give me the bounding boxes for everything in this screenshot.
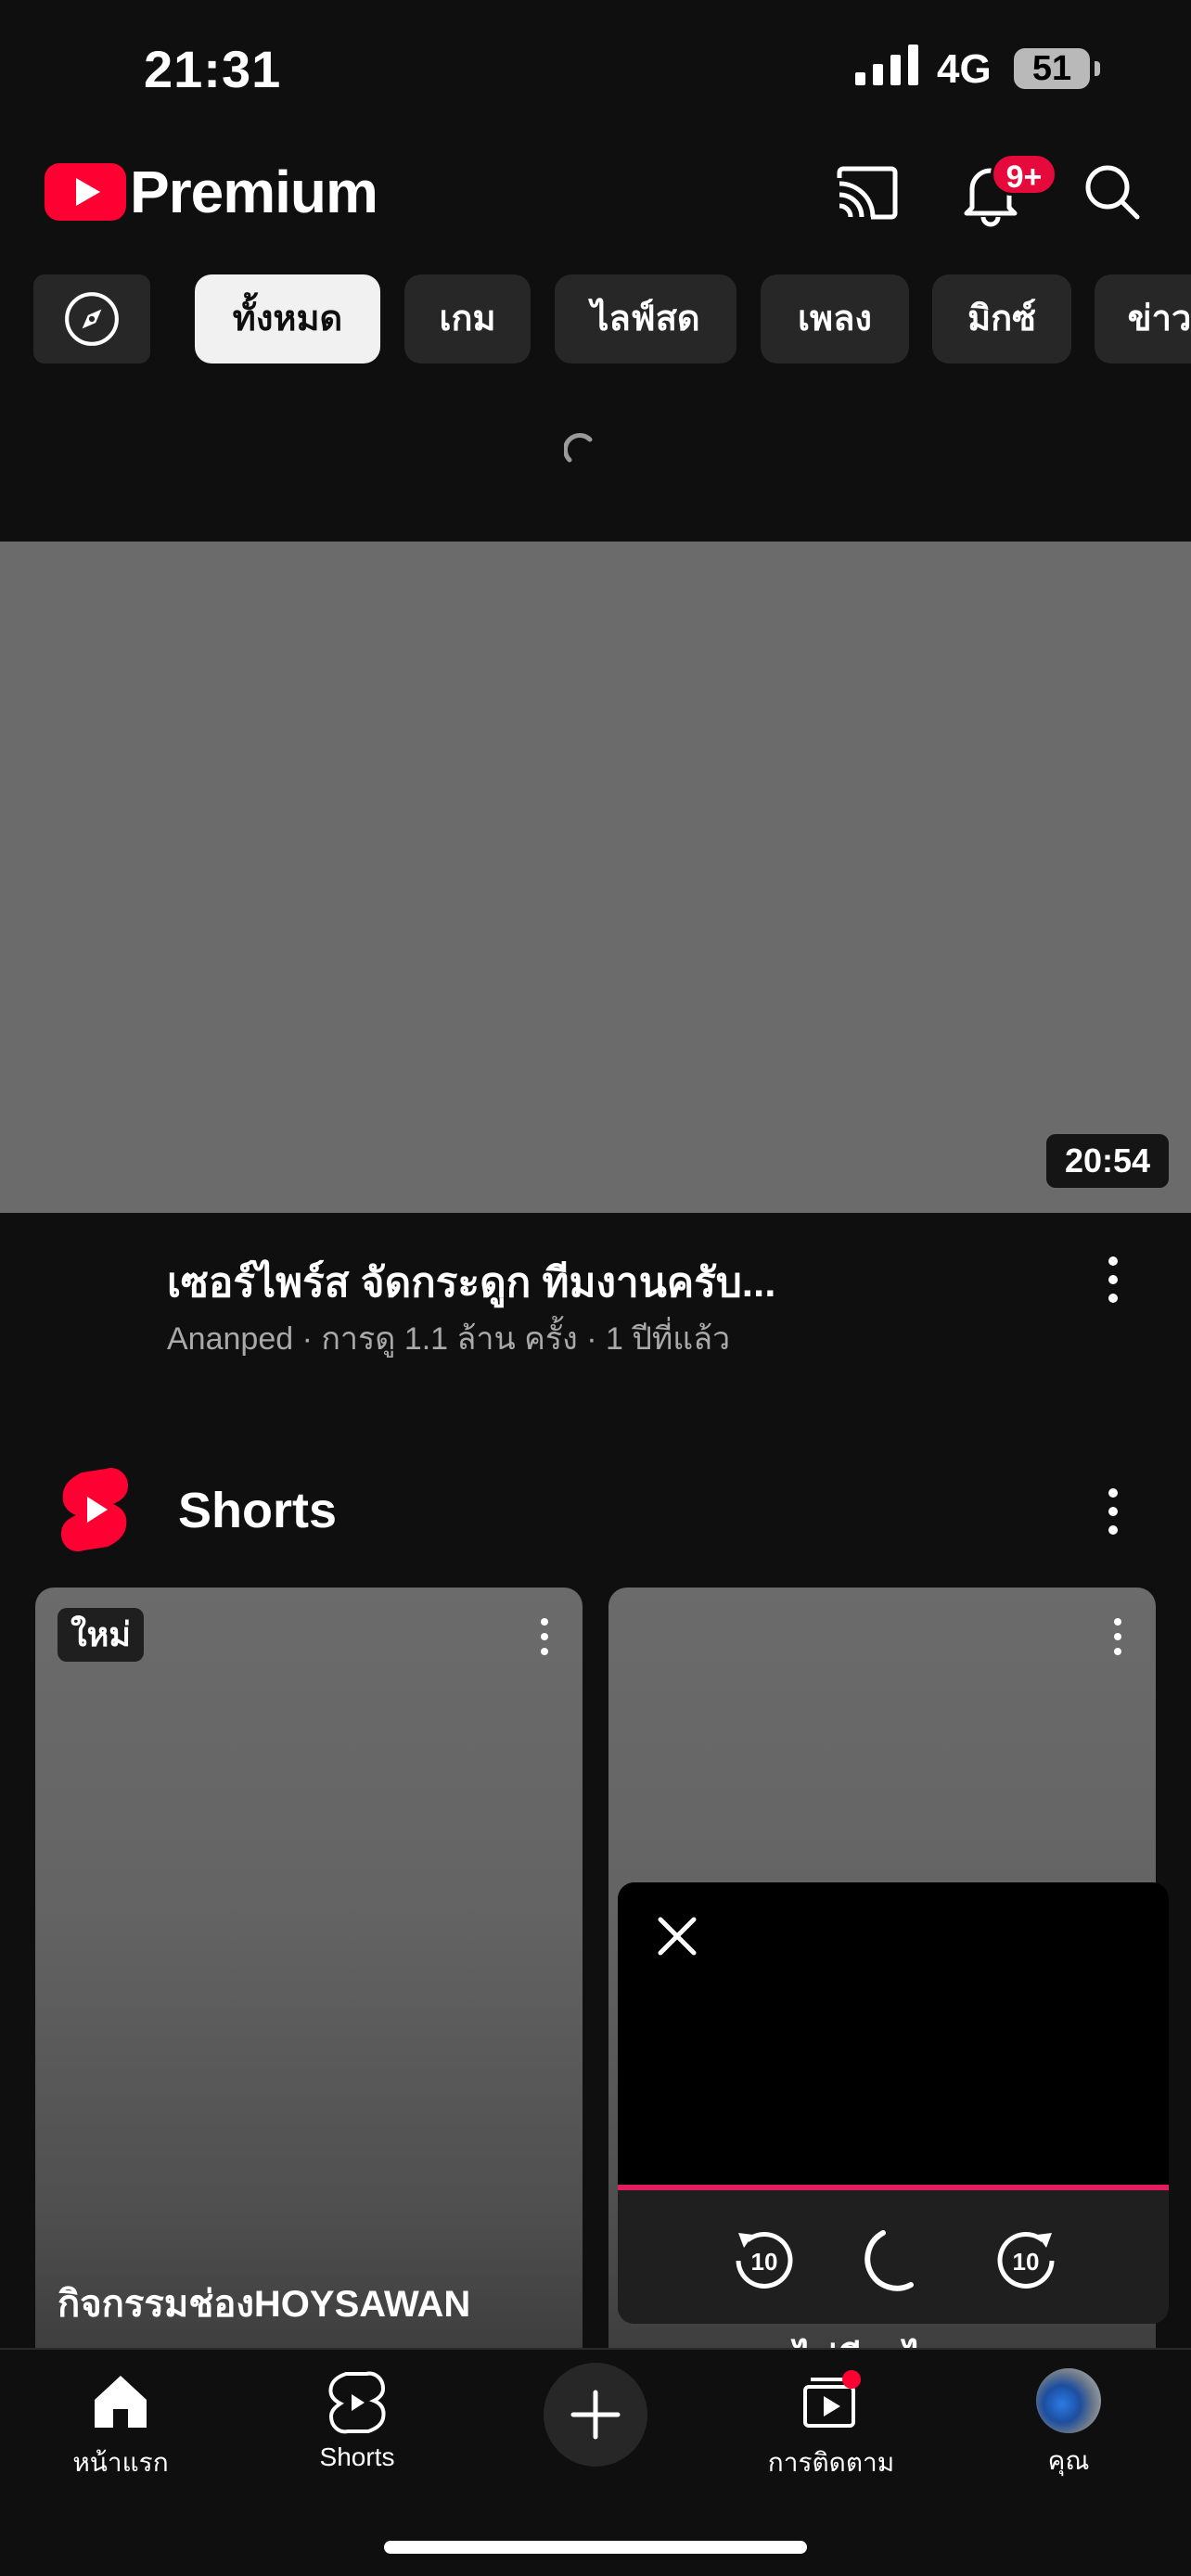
create-button[interactable] xyxy=(544,2363,647,2467)
nav-you[interactable]: คุณ xyxy=(976,2368,1161,2481)
nav-subscriptions-label: การติดตาม xyxy=(767,2448,895,2477)
battery-cap xyxy=(1095,61,1100,76)
chip-music[interactable]: เพลง xyxy=(761,274,909,363)
more-vertical-icon[interactable] xyxy=(1095,1484,1132,1539)
forward-10-icon[interactable]: 10 xyxy=(991,2224,1061,2294)
subscriptions-icon xyxy=(803,2370,861,2428)
network-type: 4G xyxy=(937,46,992,92)
loading-icon[interactable] xyxy=(859,2224,929,2294)
nav-home-label: หน้าแรก xyxy=(72,2448,169,2477)
plus-icon xyxy=(570,2390,621,2440)
video-title[interactable]: เซอร์ไพร์ส จัดกระดูก ทีมงานครับ... xyxy=(167,1250,775,1315)
chip-games[interactable]: เกม xyxy=(404,274,531,363)
chip-mixes[interactable]: มิกซ์ xyxy=(932,274,1071,363)
notification-badge: 9+ xyxy=(991,153,1057,196)
nav-subscriptions[interactable]: การติดตาม xyxy=(738,2368,924,2483)
chip-live[interactable]: ไลฟ์สด xyxy=(555,274,736,363)
brand-title[interactable]: Premium xyxy=(130,158,378,226)
mini-player[interactable]: 10 10 xyxy=(618,1882,1169,2324)
search-icon[interactable] xyxy=(1076,156,1150,230)
video-duration: 20:54 xyxy=(1046,1134,1169,1188)
shorts-icon xyxy=(328,2371,386,2434)
signal-icon xyxy=(855,45,918,85)
avatar xyxy=(1036,2368,1101,2433)
youtube-logo-icon[interactable] xyxy=(45,163,126,221)
rewind-10-icon[interactable]: 10 xyxy=(729,2224,800,2294)
compass-icon xyxy=(65,292,119,346)
shorts-logo-icon xyxy=(61,1467,128,1552)
nav-home[interactable]: หน้าแรก xyxy=(28,2368,213,2483)
nav-shorts-label: Shorts xyxy=(319,2442,395,2471)
svg-text:10: 10 xyxy=(751,2248,778,2276)
video-thumbnail[interactable] xyxy=(0,542,1191,1213)
chip-news[interactable]: ข่าว xyxy=(1095,274,1191,363)
chip-all[interactable]: ทั้งหมด xyxy=(195,274,380,363)
video-meta: Ananped · การดู 1.1 ล้าน ครั้ง · 1 ปีที่… xyxy=(167,1321,731,1357)
loading-spinner-icon xyxy=(564,432,593,463)
home-indicator xyxy=(384,2541,807,2554)
cast-icon[interactable] xyxy=(830,156,904,230)
category-chips: ทั้งหมด เกม ไลฟ์สด เพลง มิกซ์ ข่าว xyxy=(0,274,1191,365)
nav-shorts[interactable]: Shorts xyxy=(264,2368,450,2472)
new-badge: ใหม่ xyxy=(58,1608,145,1662)
short-caption: กิจกรรมช่องHOYSAWAN xyxy=(58,2284,471,2325)
home-icon xyxy=(95,2376,147,2428)
shorts-section-title: Shorts xyxy=(178,1483,338,1538)
nav-you-label: คุณ xyxy=(1047,2446,1090,2475)
battery-level: 51 xyxy=(1014,48,1090,89)
more-vertical-icon[interactable] xyxy=(531,1613,558,1660)
status-time: 21:31 xyxy=(144,40,282,98)
more-vertical-icon[interactable] xyxy=(1095,1252,1132,1307)
more-vertical-icon[interactable] xyxy=(1104,1613,1132,1660)
short-card[interactable]: ใหม่ กิจกรรมช่องHOYSAWAN xyxy=(35,1588,583,2366)
svg-text:10: 10 xyxy=(1013,2248,1040,2276)
close-icon[interactable] xyxy=(649,1908,705,1964)
mini-player-controls: 10 10 xyxy=(618,2190,1169,2324)
explore-chip[interactable] xyxy=(33,274,150,363)
